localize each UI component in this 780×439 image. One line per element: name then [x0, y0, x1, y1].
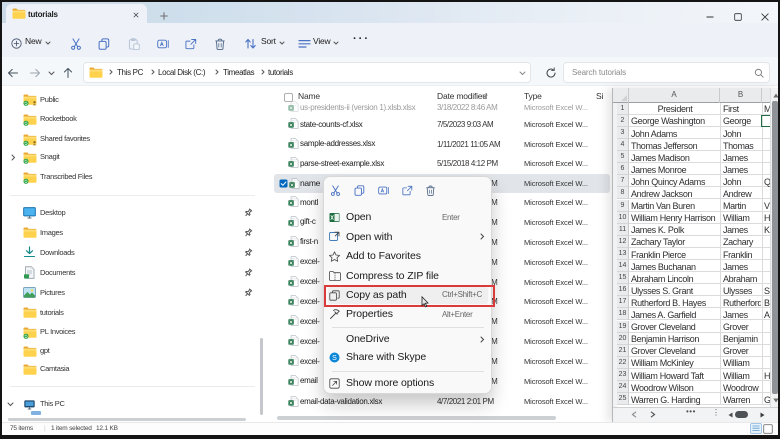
svg-text:S: S [332, 355, 337, 362]
